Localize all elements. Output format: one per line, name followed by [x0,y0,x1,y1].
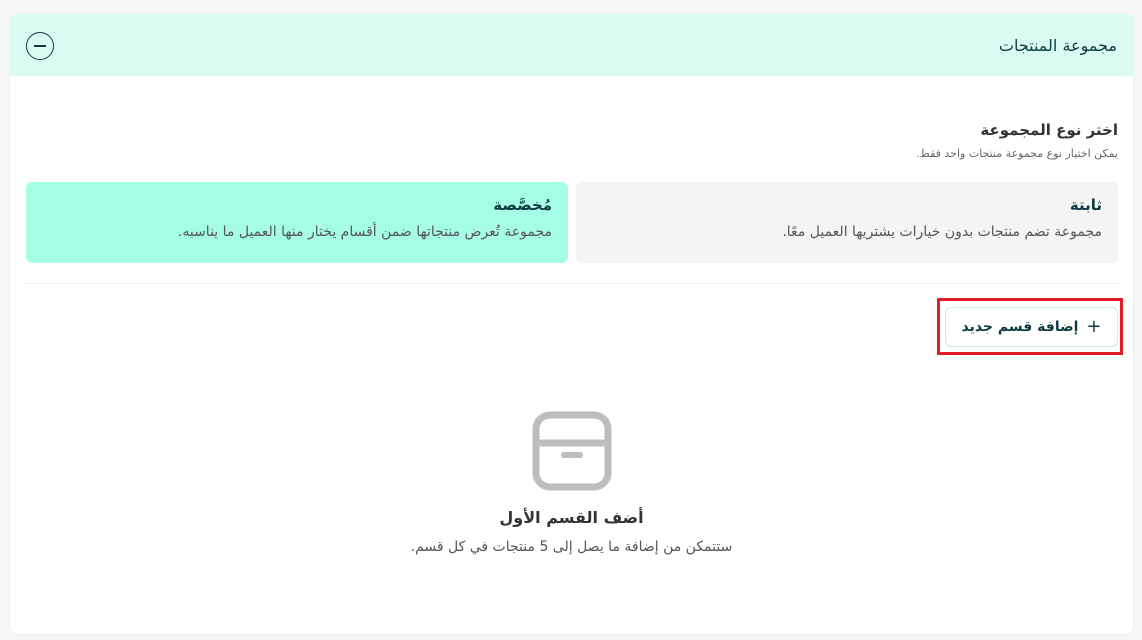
group-type-option-fixed[interactable]: ثابتة مجموعة تضم منتجات بدون خيارات يشتر… [576,182,1118,263]
empty-state-title: أضف القسم الأول [499,508,644,527]
group-type-hint: يمكن اختيار نوع مجموعة منتجات واحد فقط. [916,147,1118,160]
plus-icon: + [1086,316,1102,337]
option-description: مجموعة تُعرض منتجاتها ضمن أقسام يختار من… [177,224,552,240]
option-title: مُخصَّصة [493,196,552,214]
add-section-button[interactable]: + إضافة قسم جديد [945,307,1118,347]
add-section-label: إضافة قسم جديد [961,319,1079,335]
card-header[interactable]: مجموعة المنتجات [10,14,1133,76]
group-type-title: اختر نوع المجموعة [980,121,1118,139]
box-icon [532,411,612,491]
card-title: مجموعة المنتجات [998,36,1117,55]
group-type-option-custom[interactable]: مُخصَّصة مجموعة تُعرض منتجاتها ضمن أقسام… [26,182,568,263]
empty-state-description: ستتمكن من إضافة ما يصل إلى 5 منتجات في ك… [410,539,733,555]
minus-icon [34,45,46,47]
option-description: مجموعة تضم منتجات بدون خيارات يشتريها ال… [782,224,1102,240]
product-group-card: مجموعة المنتجات اختر نوع المجموعة يمكن ا… [10,14,1133,634]
option-title: ثابتة [1069,196,1102,214]
collapse-button[interactable] [26,32,54,60]
divider [26,283,1118,284]
